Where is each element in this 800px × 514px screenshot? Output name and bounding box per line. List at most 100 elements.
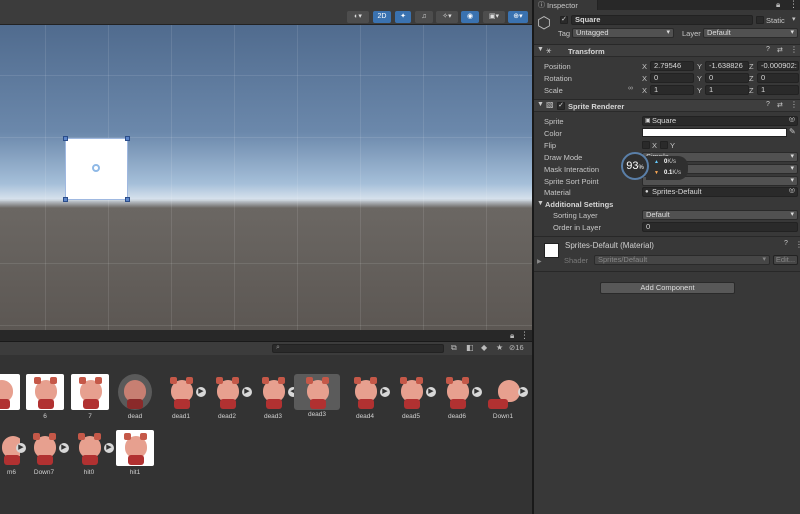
material-object-field[interactable]: ● Sprites-Default ◎ <box>642 187 798 197</box>
preset-icon[interactable]: ⇄ <box>777 101 783 109</box>
object-name-field[interactable]: Square <box>571 15 753 25</box>
component-menu-icon[interactable]: ⋮ <box>790 45 798 54</box>
effects-dropdown[interactable]: ✧▾ <box>436 11 458 23</box>
asset-item[interactable]: dead1 <box>160 374 202 420</box>
shading-mode-dropdown[interactable]: ◐▾ <box>347 11 369 23</box>
x-axis-label: X <box>642 62 648 71</box>
play-icon[interactable]: ▶ <box>472 387 482 397</box>
camera-settings-dropdown[interactable]: ▣▾ <box>483 11 505 23</box>
active-checkbox[interactable]: ✓ <box>560 16 568 24</box>
lock-icon[interactable]: 🔒︎ <box>510 331 514 341</box>
rotation-x-field[interactable]: 0 <box>650 73 694 83</box>
eyedropper-icon[interactable]: ✎ <box>789 127 796 136</box>
additional-settings-foldout[interactable]: Additional Settings <box>545 200 613 209</box>
asset-item[interactable]: hit1 <box>114 430 156 476</box>
asset-item[interactable]: Down7 <box>23 430 65 476</box>
position-z-field[interactable]: -0.000902: <box>757 61 799 71</box>
asset-item[interactable]: Down1 <box>482 374 524 420</box>
component-menu-icon[interactable]: ⋮ <box>795 240 800 249</box>
preset-icon[interactable]: ⇄ <box>777 46 783 54</box>
search-by-type-icon[interactable]: ⧉ <box>451 343 457 353</box>
add-component-button[interactable]: Add Component <box>600 282 735 294</box>
sorting-layer-dropdown[interactable]: Default <box>642 210 798 220</box>
help-icon[interactable]: ? <box>766 46 770 53</box>
2d-label: 2D <box>377 13 387 20</box>
asset-item[interactable]: 7 <box>69 374 111 420</box>
asset-item[interactable]: dead3 <box>252 374 294 420</box>
rotation-y-field[interactable]: 0 <box>705 73 749 83</box>
gizmos-dropdown[interactable]: ⊕▾ <box>508 11 528 23</box>
lightbulb-icon: ✦ <box>400 13 406 20</box>
static-checkbox[interactable] <box>756 16 764 24</box>
layer-dropdown[interactable]: Default <box>703 28 798 38</box>
asset-item[interactable]: dead2 <box>206 374 248 420</box>
constrain-proportions-icon[interactable]: ∞ <box>628 85 633 92</box>
project-search-input[interactable]: ⌕ <box>272 344 444 353</box>
help-icon[interactable]: ? <box>784 240 788 247</box>
asset-item[interactable]: dead5 <box>390 374 432 420</box>
more-menu-icon[interactable]: ⋮ <box>520 330 529 341</box>
asset-item-selected[interactable] <box>294 374 340 410</box>
play-icon[interactable]: ▶ <box>196 387 206 397</box>
position-y-field[interactable]: -1.638826 <box>705 61 749 71</box>
play-icon[interactable]: ▶ <box>426 387 436 397</box>
rect-handle-top-right[interactable] <box>125 136 130 141</box>
rect-handle-bottom-right[interactable] <box>125 197 130 202</box>
tag-icon[interactable]: ◆ <box>481 343 487 352</box>
static-dropdown-icon[interactable]: ▾ <box>792 15 796 23</box>
transform-header[interactable]: ▼ ⚹ Transform ? ⇄ ⋮ <box>534 44 800 57</box>
sprite-renderer-header[interactable]: ▼ ▧ ✓ Sprite Renderer ? ⇄ ⋮ <box>534 99 800 112</box>
play-icon[interactable]: ▶ <box>380 387 390 397</box>
hidden-packages-count[interactable]: ⊘16 <box>509 343 524 352</box>
play-icon[interactable]: ▶ <box>518 387 528 397</box>
favorite-star-icon[interactable]: ★ <box>496 343 503 352</box>
flip-label: Flip <box>544 141 557 150</box>
asset-item[interactable]: hit0 <box>68 430 110 476</box>
shader-dropdown[interactable]: Sprites/Default <box>594 255 770 265</box>
flip-x-checkbox[interactable] <box>642 141 650 149</box>
asset-item[interactable]: dead <box>114 374 156 420</box>
scale-z-field[interactable]: 1 <box>757 85 799 95</box>
sprite-object-field[interactable]: ▣ Square ◎ <box>642 116 798 126</box>
object-picker-icon[interactable]: ◎ <box>789 117 795 124</box>
object-picker-icon[interactable]: ◎ <box>789 188 795 195</box>
play-icon[interactable]: ▶ <box>104 443 114 453</box>
rect-handle-bottom-left[interactable] <box>63 197 68 202</box>
color-swatch[interactable] <box>642 128 787 137</box>
grid-line <box>171 25 172 330</box>
2d-toggle-button[interactable]: 2D <box>373 11 391 23</box>
help-icon[interactable]: ? <box>766 101 770 108</box>
sprite-thumbnail <box>254 374 292 410</box>
rotation-z-field[interactable]: 0 <box>757 73 799 83</box>
foldout-arrow-icon[interactable]: ▶ <box>537 258 542 265</box>
lighting-toggle-button[interactable]: ✦ <box>395 11 411 23</box>
asset-item[interactable]: dead4 <box>344 374 386 420</box>
scale-x-field[interactable]: 1 <box>650 85 694 95</box>
edit-shader-button[interactable]: Edit... <box>773 255 798 265</box>
network-speed-panel: ▲ 0K/s ▼ 0.1K/s <box>646 156 688 180</box>
memory-usage-gauge[interactable]: 93% <box>621 152 649 180</box>
lock-icon[interactable]: 🔒︎ <box>776 0 780 10</box>
scale-y-field[interactable]: 1 <box>705 85 749 95</box>
play-icon[interactable]: ▶ <box>242 387 252 397</box>
more-menu-icon[interactable]: ⋮ <box>789 0 798 10</box>
foldout-arrow-icon: ▼ <box>537 46 544 53</box>
position-x-field[interactable]: 2.79546 <box>650 61 694 71</box>
tab-inspector[interactable]: ⓘ Inspector <box>534 0 598 10</box>
pivot-handle[interactable] <box>92 164 100 172</box>
hidden-objects-toggle[interactable]: ◉ <box>461 11 479 23</box>
order-in-layer-field[interactable]: 0 <box>642 222 798 232</box>
search-by-label-icon[interactable]: ◧ <box>466 343 474 352</box>
asset-item[interactable]: m6 <box>0 430 22 476</box>
tab-label: Inspector <box>547 1 578 10</box>
audio-toggle-button[interactable]: ♫ <box>415 11 433 23</box>
foldout-arrow-icon[interactable]: ▼ <box>537 200 544 207</box>
asset-item[interactable]: dead6 <box>436 374 478 420</box>
asset-item[interactable]: 6 <box>24 374 66 420</box>
component-menu-icon[interactable]: ⋮ <box>790 100 798 109</box>
sprite-renderer-enabled-checkbox[interactable]: ✓ <box>557 102 565 110</box>
asset-item[interactable] <box>0 374 22 413</box>
tag-dropdown[interactable]: Untagged <box>572 28 674 38</box>
rect-handle-top-left[interactable] <box>63 136 68 141</box>
flip-y-checkbox[interactable] <box>660 141 668 149</box>
